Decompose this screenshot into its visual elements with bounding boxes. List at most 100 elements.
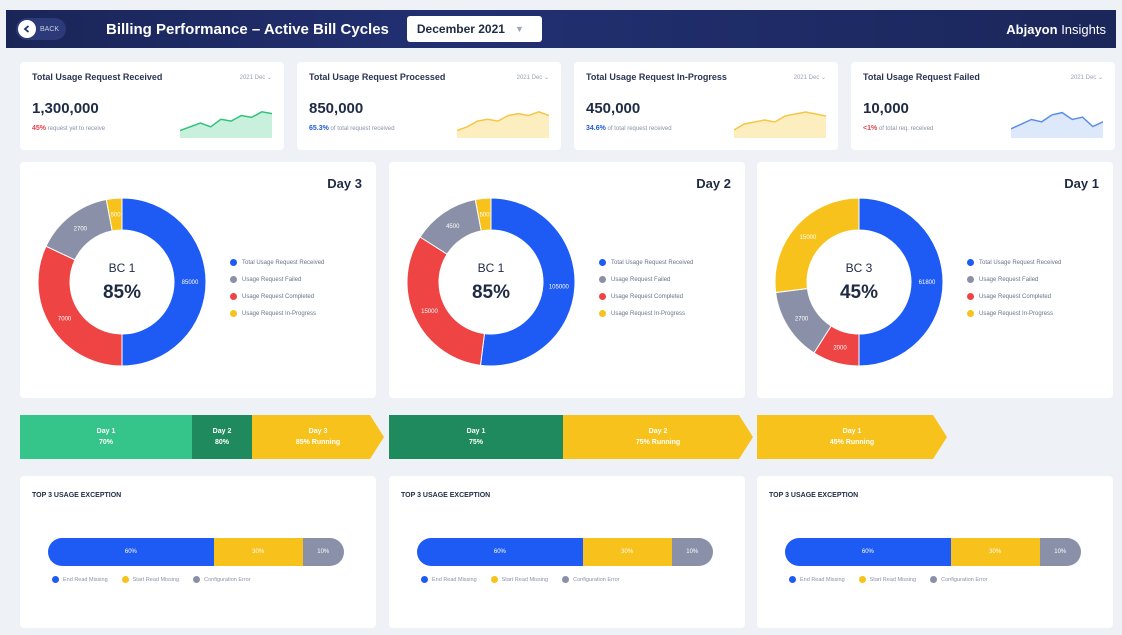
bill-cycle-percent: 85% (472, 282, 510, 303)
kpi-filter-dropdown[interactable]: 2021 Dec ⌄ (794, 74, 826, 81)
legend-label: Usage Request In-Progress (242, 310, 317, 317)
legend-dot (230, 276, 237, 283)
kpi-card: Total Usage Request Received 2021 Dec ⌄ … (20, 62, 284, 150)
kpi-card: Total Usage Request Processed 2021 Dec ⌄… (297, 62, 561, 150)
legend-dot (967, 276, 974, 283)
legend-label: Configuration Error (204, 576, 251, 583)
legend-dot (230, 293, 237, 300)
exception-bar-segment[interactable]: 30% (950, 538, 1040, 566)
legend-label: End Read Missing (800, 576, 845, 583)
legend-item: End Read Missing (421, 576, 477, 583)
day-progress-segment[interactable]: Day 1 75% (389, 415, 563, 459)
donut-card: Day 3 85000 7000 2700 500 BC 1 85% Total Usage … (20, 162, 376, 398)
legend-label: Configuration Error (941, 576, 988, 583)
legend-item: Usage Request In-Progress (599, 305, 693, 322)
legend-label: Configuration Error (573, 576, 620, 583)
day-progress-row: Day 1 70% Day 2 80% Day 3 85% Running (20, 415, 384, 459)
exception-bar-segment[interactable]: 60% (417, 538, 583, 566)
sparkline-chart (1011, 111, 1103, 138)
exception-bar-segment[interactable]: 30% (582, 538, 672, 566)
slice-label: 105000 (549, 284, 570, 290)
legend-dot (599, 276, 606, 283)
segment-status: 75% Running (635, 439, 681, 446)
kpi-title: Total Usage Request Failed (863, 72, 980, 82)
exception-bar-segment[interactable]: 60% (785, 538, 951, 566)
exception-bar-segment[interactable]: 30% (213, 538, 303, 566)
chevron-down-icon: ▼ (514, 24, 524, 34)
day-progress-segment[interactable]: Day 3 85% Running (252, 415, 384, 459)
legend-item: Usage Request Failed (230, 271, 324, 288)
legend-item: Configuration Error (930, 576, 988, 583)
legend-item: Usage Request Completed (967, 288, 1061, 305)
legend-dot (599, 293, 606, 300)
day-progress-segment[interactable]: Day 2 80% (192, 415, 252, 459)
slice-label: 2000 (833, 345, 847, 351)
usage-exception-card: TOP 3 USAGE EXCEPTION 60% 30% 10% End Read M… (757, 476, 1113, 628)
exception-bar-segment[interactable]: 10% (302, 538, 344, 566)
slice-label: 2700 (74, 226, 88, 232)
legend-dot (858, 576, 866, 583)
legend-item: Start Read Missing (121, 576, 179, 583)
legend-label: Usage Request In-Progress (611, 310, 686, 317)
back-button[interactable]: BACK (16, 18, 66, 40)
donut-card: Day 1 61800 2000 2700 15000 BC 3 45% Total Usag… (757, 162, 1113, 398)
day-progress-segment[interactable]: Day 2 75% Running (563, 415, 753, 459)
slice-label: 15000 (800, 235, 817, 241)
donut-chart: 85000 7000 2700 500 BC 1 85% (37, 197, 207, 367)
legend-dot (562, 576, 570, 583)
slice-label: 500 (480, 212, 491, 218)
segment-status: 70% (98, 439, 113, 446)
usage-exception-card: TOP 3 USAGE EXCEPTION 60% 30% 10% End Read M… (389, 476, 745, 628)
exception-bar-segment[interactable]: 60% (48, 538, 214, 566)
kpi-filter-dropdown[interactable]: 2021 Dec ⌄ (517, 74, 549, 81)
donut-legend: Total Usage Request Received Usage Reques… (230, 254, 324, 322)
exception-bar-segment[interactable]: 10% (1039, 538, 1081, 566)
exception-stacked-bar: 60% 30% 10% (48, 538, 344, 566)
slice-label: 15000 (421, 309, 438, 315)
sparkline-area (1011, 112, 1103, 138)
legend-item: Total Usage Request Received (967, 254, 1061, 271)
sparkline-chart (734, 111, 826, 138)
donut-legend: Total Usage Request Received Usage Reques… (967, 254, 1061, 322)
legend-item: Usage Request In-Progress (967, 305, 1061, 322)
day-progress-segment[interactable]: Day 1 70% (20, 415, 192, 459)
kpi-card: Total Usage Request In-Progress 2021 Dec… (574, 62, 838, 150)
slice-label: 61800 (919, 280, 936, 286)
legend-item: End Read Missing (52, 576, 108, 583)
month-value: December 2021 (416, 22, 505, 36)
legend-label: Start Read Missing (869, 576, 917, 583)
slice-label: 4500 (446, 224, 460, 230)
donut-chart: 61800 2000 2700 15000 BC 3 45% (774, 197, 944, 367)
day-progress-segment[interactable]: Day 1 45% Running (757, 415, 947, 459)
sparkline-area (734, 112, 826, 138)
segment-status: 75% (468, 439, 483, 446)
slice-label: 500 (111, 212, 122, 218)
kpi-title: Total Usage Request In-Progress (586, 72, 727, 82)
legend-item: Start Read Missing (490, 576, 548, 583)
month-dropdown[interactable]: December 2021 ▼ (406, 16, 542, 42)
legend-dot (421, 576, 428, 583)
legend-dot (599, 259, 606, 266)
kpi-filter-dropdown[interactable]: 2021 Dec ⌄ (1071, 74, 1103, 81)
kpi-filter-dropdown[interactable]: 2021 Dec ⌄ (240, 74, 272, 81)
page-title: Billing Performance – Active Bill Cycles (106, 20, 389, 38)
segment-day: Day 3 (308, 428, 328, 435)
day-title: Day 2 (696, 176, 731, 191)
segment-day: Day 2 (648, 428, 668, 435)
sparkline-chart (457, 111, 549, 138)
exception-bar-segment[interactable]: 10% (671, 538, 713, 566)
legend-label: Usage Request Failed (242, 276, 302, 283)
legend-item: Usage Request Failed (967, 271, 1061, 288)
exception-title: TOP 3 USAGE EXCEPTION (32, 492, 122, 499)
legend-label: Usage Request Failed (979, 276, 1039, 283)
legend-label: Usage Request Completed (979, 293, 1052, 300)
legend-item: Total Usage Request Received (599, 254, 693, 271)
segment-status: 85% Running (295, 439, 341, 446)
day-progress-row: Day 1 75% Day 2 75% Running (389, 415, 753, 459)
legend-label: Total Usage Request Received (242, 259, 325, 266)
segment-day: Day 1 (842, 428, 862, 435)
legend-label: Usage Request Completed (611, 293, 684, 300)
slice-label: 2700 (795, 316, 809, 322)
legend-dot (967, 310, 974, 317)
exception-stacked-bar: 60% 30% 10% (785, 538, 1081, 566)
